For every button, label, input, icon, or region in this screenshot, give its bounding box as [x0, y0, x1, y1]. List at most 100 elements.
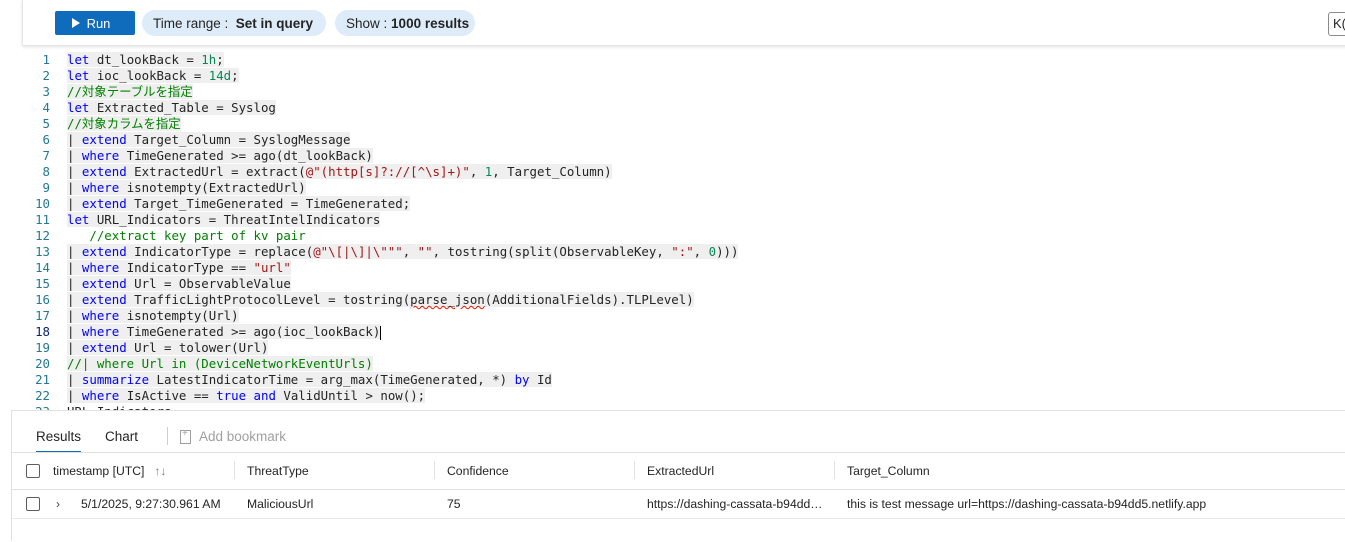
results-grid: timestamp [UTC] ↑↓ ThreatType Confidence…	[12, 452, 1345, 519]
code-line[interactable]: 13 | extend IndicatorType = replace(@"\[|…	[30, 244, 1340, 260]
code-line[interactable]: 18 | where TimeGenerated >= ago(ioc_lookB…	[30, 324, 1340, 340]
code-line[interactable]: 15 | extend Url = ObservableValue	[30, 276, 1340, 292]
code-line[interactable]: 19 | extend Url = tolower(Url)	[30, 340, 1340, 356]
code-text: //| where Url in (DeviceNetworkEventUrls…	[67, 356, 373, 371]
select-all-checkbox[interactable]	[26, 464, 40, 478]
query-toolbar: Run Time range : Set in query Show : 100…	[22, 0, 1345, 46]
line-number: 1	[42, 52, 50, 67]
play-icon	[71, 18, 80, 28]
line-number: 20	[35, 356, 50, 371]
code-text: //対象カラムを指定	[67, 116, 181, 131]
code-text: let Extracted_Table = Syslog	[67, 100, 276, 115]
column-header-confidence[interactable]: Confidence	[447, 453, 509, 489]
line-number: 6	[42, 132, 50, 147]
code-text: let dt_lookBack = 1h;	[67, 52, 224, 67]
cell-extractedurl: https://dashing-cassata-b94dd…	[647, 497, 823, 511]
code-text: let ioc_lookBack = 14d;	[67, 68, 239, 83]
line-number: 5	[42, 116, 50, 131]
code-text: | summarize LatestIndicatorTime = arg_ma…	[67, 372, 552, 387]
column-divider[interactable]	[634, 461, 635, 479]
line-number: 7	[42, 148, 50, 163]
cell-confidence: 75	[447, 497, 461, 511]
code-line[interactable]: 14 | where IndicatorType == "url"	[30, 260, 1340, 276]
tab-results[interactable]: Results	[36, 429, 82, 453]
code-text: | where isnotempty(ExtractedUrl)	[67, 180, 306, 195]
code-text: | extend ExtractedUrl = extract(@"(http[…	[67, 164, 612, 179]
add-bookmark-button[interactable]: Add bookmark	[180, 428, 287, 444]
code-line[interactable]: 12 //extract key part of kv pair	[30, 228, 1340, 244]
run-button[interactable]: Run	[55, 11, 135, 35]
column-divider[interactable]	[834, 461, 835, 479]
code-line[interactable]: 11 let URL_Indicators = ThreatIntelIndica…	[30, 212, 1340, 228]
time-range-picker[interactable]: Time range : Set in query	[142, 10, 326, 36]
column-header-timestamp[interactable]: timestamp [UTC] ↑↓	[53, 453, 166, 489]
code-text: | where TimeGenerated >= ago(dt_lookBack…	[67, 148, 373, 163]
code-line[interactable]: 22 | where IsActive == true and ValidUnti…	[30, 388, 1340, 404]
sort-icon[interactable]: ↑↓	[154, 464, 166, 478]
code-line[interactable]: 2 let ioc_lookBack = 14d;	[30, 68, 1340, 84]
line-number: 13	[35, 244, 50, 259]
column-header-label: timestamp [UTC]	[53, 464, 145, 478]
time-range-label: Time range :	[153, 15, 229, 31]
grid-header: timestamp [UTC] ↑↓ ThreatType Confidence…	[12, 452, 1345, 490]
code-line[interactable]: 4 let Extracted_Table = Syslog	[30, 100, 1340, 116]
code-line[interactable]: 6 | extend Target_Column = SyslogMessage	[30, 132, 1340, 148]
query-editor[interactable]: 1 let dt_lookBack = 1h; 2 let ioc_lookBack …	[30, 52, 1340, 410]
result-limit-picker[interactable]: Show : 1000 results	[335, 10, 475, 36]
line-number: 19	[35, 340, 50, 355]
code-text: | where IsActive == true and ValidUntil …	[67, 388, 426, 403]
cell-threattype: MaliciousUrl	[247, 497, 314, 511]
code-text: | where IndicatorType == "url"	[67, 260, 291, 275]
time-range-value: Set in query	[235, 15, 314, 31]
line-number: 9	[42, 180, 50, 195]
code-line[interactable]: 17 | where isnotempty(Url)	[30, 308, 1340, 324]
column-header-target-column[interactable]: Target_Column	[847, 453, 930, 489]
line-number: 17	[35, 308, 50, 323]
code-text: | extend Url = ObservableValue	[67, 276, 291, 291]
code-text: | extend Target_Column = SyslogMessage	[67, 132, 351, 147]
line-number: 18	[35, 324, 50, 339]
line-number: 22	[35, 388, 50, 403]
line-number: 8	[42, 164, 50, 179]
column-header-threattype[interactable]: ThreatType	[247, 453, 309, 489]
code-line[interactable]: 20 //| where Url in (DeviceNetworkEventUr…	[30, 356, 1340, 372]
column-header-extractedurl[interactable]: ExtractedUrl	[647, 453, 714, 489]
expand-row-chevron-icon[interactable]: ›	[56, 490, 60, 518]
code-text: //対象テーブルを指定	[67, 84, 193, 99]
table-row[interactable]: › 5/1/2025, 9:27:30.961 AM MaliciousUrl …	[12, 490, 1345, 519]
column-divider[interactable]	[234, 461, 235, 479]
show-value: 1000 results	[391, 15, 470, 31]
code-line[interactable]: 10 | extend Target_TimeGenerated = TimeGe…	[30, 196, 1340, 212]
line-number: 10	[35, 196, 50, 211]
code-line[interactable]: 9 | where isnotempty(ExtractedUrl)	[30, 180, 1340, 196]
code-text: | extend Target_TimeGenerated = TimeGene…	[67, 196, 411, 211]
code-line[interactable]: 5 //対象カラムを指定	[30, 116, 1340, 132]
code-line[interactable]: 1 let dt_lookBack = 1h;	[30, 52, 1340, 68]
line-number: 4	[42, 100, 50, 115]
query-mode-dropdown[interactable]: K(	[1328, 12, 1345, 36]
code-text: let URL_Indicators = ThreatIntelIndicato…	[67, 212, 381, 227]
code-line[interactable]: 21 | summarize LatestIndicatorTime = arg_…	[30, 372, 1340, 388]
results-panel: Results Chart Add bookmark timestamp [UT…	[12, 410, 1345, 542]
code-line[interactable]: 3 //対象テーブルを指定	[30, 84, 1340, 100]
code-text: | extend TrafficLightProtocolLevel = tos…	[67, 292, 694, 307]
code-text: //extract key part of kv pair	[89, 228, 306, 243]
bookmark-add-icon	[180, 428, 191, 444]
code-line[interactable]: 16 | extend TrafficLightProtocolLevel = t…	[30, 292, 1340, 308]
code-line[interactable]: 8 | extend ExtractedUrl = extract(@"(http…	[30, 164, 1340, 180]
line-number: 2	[42, 68, 50, 83]
code-text: | where TimeGenerated >= ago(ioc_lookBac…	[67, 324, 382, 340]
code-text: | extend IndicatorType = replace(@"\[|\]…	[67, 244, 739, 259]
line-number: 15	[35, 276, 50, 291]
code-text: | where isnotempty(Url)	[67, 308, 239, 323]
column-divider[interactable]	[434, 461, 435, 479]
row-checkbox[interactable]	[26, 497, 40, 511]
code-line[interactable]: 7 | where TimeGenerated >= ago(dt_lookBac…	[30, 148, 1340, 164]
tab-chart[interactable]: Chart	[105, 429, 138, 444]
tab-divider	[167, 427, 168, 445]
line-number: 16	[35, 292, 50, 307]
line-number: 21	[35, 372, 50, 387]
add-bookmark-label: Add bookmark	[199, 429, 287, 444]
line-number: 3	[42, 84, 50, 99]
cell-timestamp: 5/1/2025, 9:27:30.961 AM	[81, 497, 221, 511]
